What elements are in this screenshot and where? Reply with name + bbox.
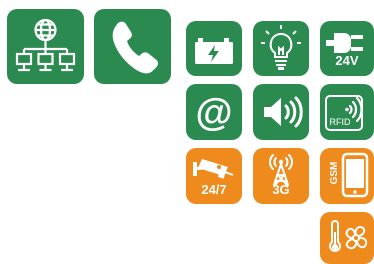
battery-icon	[195, 38, 233, 64]
phone-icon	[112, 21, 159, 74]
climate-tile	[320, 212, 374, 264]
gsm-tile: GSM	[320, 148, 374, 204]
power-voltage-label: 24V	[335, 53, 359, 68]
rfid-card-icon	[325, 95, 363, 131]
gsm-label: GSM	[329, 161, 340, 185]
icon-grid: 24V @ RFID 24/7 3G GSM	[0, 0, 374, 264]
cctv-hours-label: 24/7	[201, 182, 227, 197]
svg-text:@: @	[195, 92, 232, 134]
battery-tile	[186, 21, 242, 76]
light-bulb-icon	[261, 25, 301, 70]
light-bulb-tile	[253, 21, 309, 76]
climate-control-icon	[329, 220, 368, 252]
network-icon	[15, 18, 76, 72]
power-24v-tile: 24V	[320, 21, 374, 76]
cctv-tile: 24/7	[186, 148, 242, 204]
email-at-icon: @	[195, 92, 232, 134]
3g-tower-tile: 3G	[253, 148, 309, 204]
rfid-tile: RFID	[320, 84, 374, 140]
email-tile: @	[186, 84, 242, 140]
rfid-label: RFID	[329, 117, 351, 127]
speaker-tile	[253, 84, 309, 140]
network-generation-label: 3G	[272, 182, 290, 197]
network-tile	[7, 9, 84, 84]
speaker-icon	[264, 96, 303, 128]
phone-tile	[94, 9, 171, 84]
